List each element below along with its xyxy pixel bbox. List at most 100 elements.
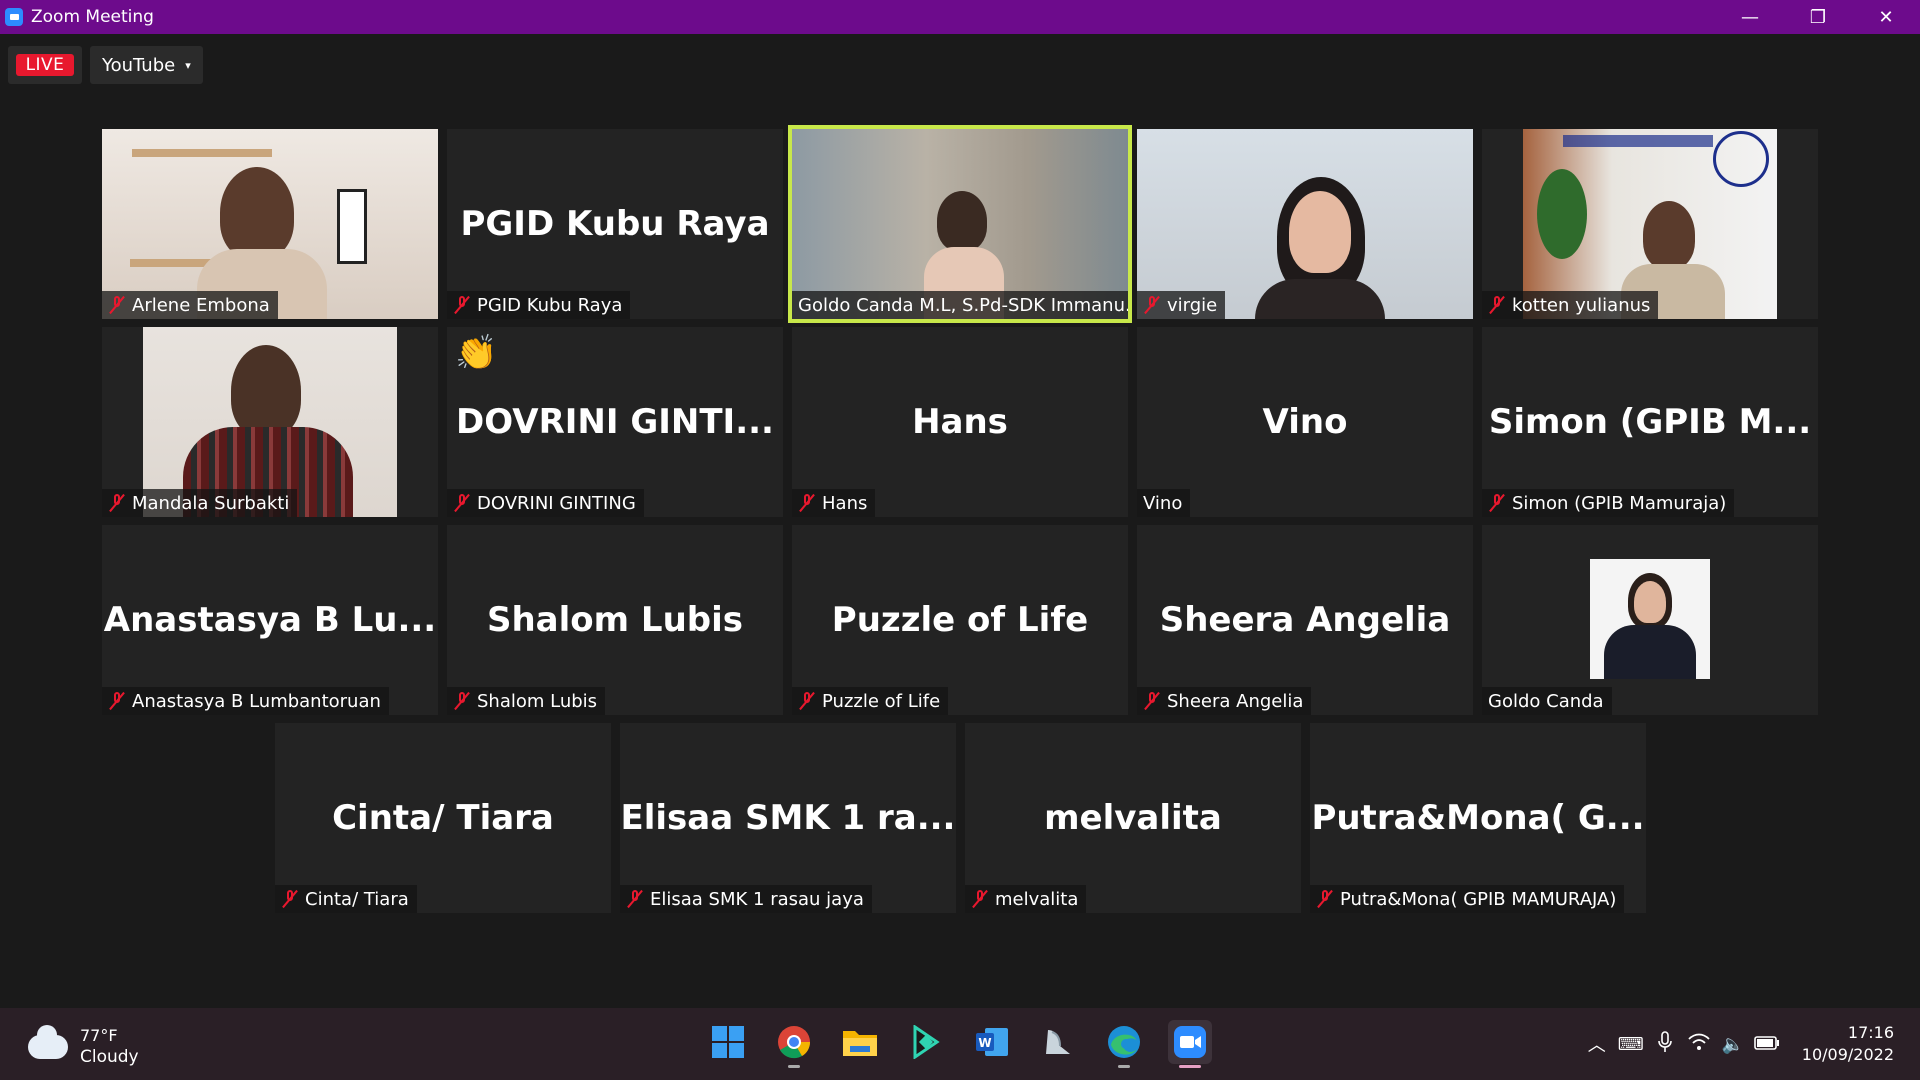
tile-shalom[interactable]: Shalom Lubis Shalom Lubis <box>447 525 783 715</box>
participant-face <box>220 167 294 259</box>
mic-muted-icon <box>453 691 471 711</box>
svg-text:W: W <box>978 1036 991 1050</box>
running-indicator <box>1118 1065 1130 1068</box>
file-explorer-icon[interactable] <box>838 1020 882 1064</box>
live-button[interactable]: LIVE <box>8 46 82 84</box>
mic-muted-icon <box>108 295 126 315</box>
participant-name-label: melvalita <box>965 885 1087 913</box>
windows-taskbar: 77°F Cloudy W ︿ ⌨ 🔈 17:16 10/09/2022 <box>0 1008 1920 1080</box>
participant-face <box>1289 191 1351 273</box>
chevron-up-icon[interactable]: ︿ <box>1580 1031 1614 1057</box>
banner-text-shape <box>1563 135 1713 147</box>
close-button[interactable]: ✕ <box>1852 0 1920 34</box>
tile-putra[interactable]: Putra&Mona( G... Putra&Mona( GPIB MAMURA… <box>1310 723 1646 913</box>
mic-muted-icon <box>453 295 471 315</box>
participant-name-label: Arlene Embona <box>102 291 278 319</box>
participant-name-label: PGID Kubu Raya <box>447 291 631 319</box>
filmora-icon[interactable] <box>904 1020 948 1064</box>
participant-body <box>1604 625 1696 679</box>
battery-icon[interactable] <box>1750 1034 1784 1055</box>
participant-name-label: Goldo Canda <box>1482 687 1612 715</box>
app-icon[interactable] <box>1036 1020 1080 1064</box>
window-title: Zoom Meeting <box>31 7 154 27</box>
mic-muted-icon <box>108 493 126 513</box>
restore-button[interactable]: ❐ <box>1784 0 1852 34</box>
participant-name-label: Simon (GPIB Mamuraja) <box>1482 489 1735 517</box>
tile-puzzle[interactable]: Puzzle of Life Puzzle of Life <box>792 525 1128 715</box>
system-tray: ︿ ⌨ 🔈 17:16 10/09/2022 <box>1580 1008 1920 1080</box>
window-titlebar: Zoom Meeting — ❐ ✕ <box>0 0 1920 34</box>
clock[interactable]: 17:16 10/09/2022 <box>1802 1022 1894 1066</box>
participant-face <box>1643 201 1695 269</box>
participant-face <box>231 345 301 437</box>
participant-name-label: Shalom Lubis <box>447 687 606 715</box>
weather-condition: Cloudy <box>80 1047 139 1067</box>
participant-name-label: Hans <box>792 489 876 517</box>
tile-elisaa[interactable]: Elisaa SMK 1 ra... Elisaa SMK 1 rasau ja… <box>620 723 956 913</box>
participant-name-label: Cinta/ Tiara <box>275 885 417 913</box>
picture-frame <box>337 189 367 264</box>
cloudy-weather-icon <box>28 1025 68 1059</box>
tile-arlene[interactable]: Arlene Embona <box>102 129 438 319</box>
mic-muted-icon <box>1143 691 1161 711</box>
edge-icon[interactable] <box>1102 1020 1146 1068</box>
mic-muted-icon <box>1488 295 1506 315</box>
microphone-icon[interactable] <box>1648 1030 1682 1058</box>
participant-name-label: DOVRINI GINTING <box>447 489 644 517</box>
live-label: LIVE <box>15 54 75 76</box>
running-indicator <box>788 1065 800 1068</box>
windows-start-icon[interactable] <box>706 1020 750 1064</box>
tile-goldo-active-speaker[interactable]: Goldo Canda M.L, S.Pd-SDK Immanu... <box>788 125 1132 323</box>
participant-name-label: Anastasya B Lumbantoruan <box>102 687 389 715</box>
tile-kotten[interactable]: kotten yulianus <box>1482 129 1818 319</box>
chevron-down-icon: ▾ <box>185 58 191 72</box>
zoom-app-icon <box>5 8 23 26</box>
tile-mandala[interactable]: Mandala Surbakti <box>102 327 438 517</box>
participant-name-label: Sheera Angelia <box>1137 687 1312 715</box>
participant-name-label: Putra&Mona( GPIB MAMURAJA) <box>1310 885 1625 913</box>
mic-muted-icon <box>1316 889 1334 909</box>
mic-muted-icon <box>108 691 126 711</box>
tile-virgie[interactable]: virgie <box>1137 129 1473 319</box>
participant-body <box>1255 279 1385 319</box>
tile-hans[interactable]: Hans Hans <box>792 327 1128 517</box>
participant-name-label: Elisaa SMK 1 rasau jaya <box>620 885 872 913</box>
profile-photo <box>1590 559 1710 679</box>
keyboard-icon[interactable]: ⌨ <box>1614 1034 1648 1055</box>
palm-tree-icon <box>1537 169 1587 259</box>
clock-date: 10/09/2022 <box>1801 1045 1894 1064</box>
weather-widget[interactable]: 77°F Cloudy <box>28 1025 139 1068</box>
mic-muted-icon <box>798 691 816 711</box>
participant-name-label: Vino <box>1137 489 1191 517</box>
participant-name-label: Goldo Canda M.L, S.Pd-SDK Immanu... <box>792 291 1128 319</box>
mic-muted-icon <box>281 889 299 909</box>
clock-time: 17:16 <box>1847 1023 1894 1042</box>
tile-sheera[interactable]: Sheera Angelia Sheera Angelia <box>1137 525 1473 715</box>
participant-name-label: Puzzle of Life <box>792 687 949 715</box>
participant-face <box>937 191 987 251</box>
chrome-icon[interactable] <box>772 1020 816 1068</box>
active-indicator <box>1179 1065 1201 1068</box>
tile-goldo-photo[interactable]: Goldo Canda <box>1482 525 1818 715</box>
stream-dropdown[interactable]: YouTube ▾ <box>90 46 203 84</box>
tile-pgid[interactable]: PGID Kubu Raya PGID Kubu Raya <box>447 129 783 319</box>
tile-simon[interactable]: Simon (GPIB M... Simon (GPIB Mamuraja) <box>1482 327 1818 517</box>
zoom-icon[interactable] <box>1168 1020 1212 1068</box>
stream-label: YouTube <box>102 54 176 76</box>
minimize-button[interactable]: — <box>1716 0 1784 34</box>
wifi-icon[interactable] <box>1682 1033 1716 1056</box>
meeting-toolbar: LIVE YouTube ▾ <box>8 46 203 84</box>
tile-anastasya[interactable]: Anastasya B Lu... Anastasya B Lumbantoru… <box>102 525 438 715</box>
participant-name-label: Mandala Surbakti <box>102 489 298 517</box>
tile-dovrini[interactable]: 👏 DOVRINI GINTI... DOVRINI GINTING <box>447 327 783 517</box>
participant-face <box>1634 581 1666 623</box>
tile-vino[interactable]: Vino Vino <box>1137 327 1473 517</box>
volume-icon[interactable]: 🔈 <box>1716 1034 1750 1055</box>
mic-muted-icon <box>798 493 816 513</box>
tile-melvalita[interactable]: melvalita melvalita <box>965 723 1301 913</box>
church-logo-icon <box>1713 131 1769 187</box>
tile-cinta[interactable]: Cinta/ Tiara Cinta/ Tiara <box>275 723 611 913</box>
word-icon[interactable]: W <box>970 1020 1014 1064</box>
mic-muted-icon <box>1488 493 1506 513</box>
weather-temperature: 77°F <box>80 1026 118 1045</box>
